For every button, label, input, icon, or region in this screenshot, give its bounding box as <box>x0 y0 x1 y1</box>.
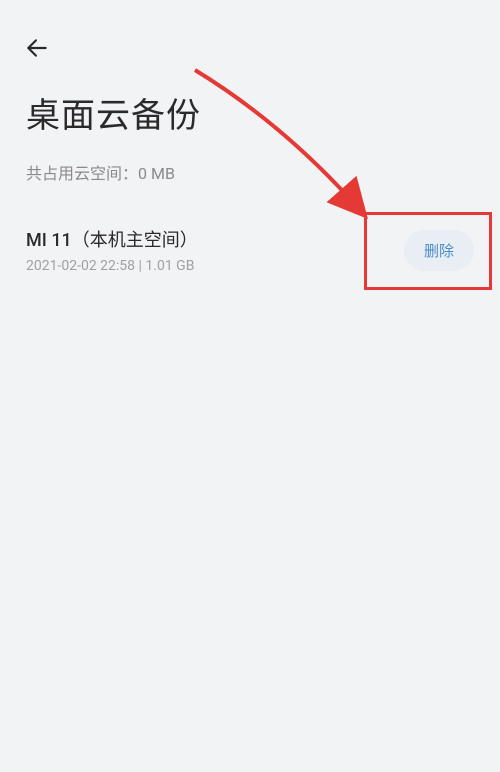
delete-button[interactable]: 删除 <box>404 230 474 271</box>
back-button[interactable] <box>24 28 64 68</box>
storage-label-prefix: 共占用云空间： <box>26 164 138 183</box>
page-title: 桌面云备份 <box>26 88 201 137</box>
backup-timestamp: 2021-02-02 22:58 <box>26 258 135 274</box>
backup-meta: 2021-02-02 22:58 | 1.01 GB <box>26 258 198 274</box>
device-name: MI 11（本机主空间） <box>26 226 198 252</box>
backup-size: 1.01 GB <box>145 258 194 274</box>
backup-list-item: MI 11（本机主空间） 2021-02-02 22:58 | 1.01 GB … <box>26 226 474 274</box>
arrow-left-icon <box>24 35 50 61</box>
storage-usage-label: 共占用云空间：0 MB <box>26 160 175 184</box>
backup-info: MI 11（本机主空间） 2021-02-02 22:58 | 1.01 GB <box>26 226 198 274</box>
storage-value: 0 MB <box>138 164 175 183</box>
annotation-arrow-icon <box>185 65 385 235</box>
